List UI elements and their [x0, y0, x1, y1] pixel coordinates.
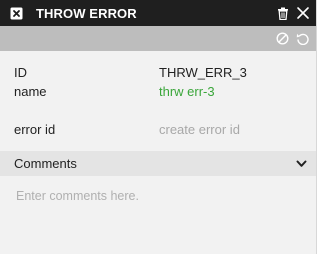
comments-header-label: Comments — [14, 156, 77, 171]
disable-icon[interactable] — [276, 32, 289, 45]
close-icon[interactable] — [296, 6, 310, 20]
id-label: ID — [14, 65, 27, 80]
panel-title: THROW ERROR — [36, 5, 137, 21]
name-label: name — [14, 84, 47, 99]
error-id-label: error id — [14, 122, 56, 137]
properties-list: ID THRW_ERR_3 name thrw err-3 error id c… — [0, 51, 316, 139]
property-row-name[interactable]: name thrw err-3 — [14, 82, 302, 101]
close-box-icon — [10, 7, 23, 20]
comments-input[interactable]: Enter comments here. — [16, 189, 139, 203]
panel-titlebar: THROW ERROR — [0, 0, 316, 26]
id-value: THRW_ERR_3 — [159, 65, 247, 80]
panel-toolbar — [0, 26, 316, 51]
chevron-down-icon[interactable] — [296, 156, 307, 171]
throw-error-panel: THROW ERROR ID THRW_ERR_3 name thrw err-… — [0, 0, 317, 254]
trash-icon[interactable] — [276, 6, 290, 20]
property-row-id: ID THRW_ERR_3 — [14, 63, 302, 82]
property-row-error-id[interactable]: error id create error id — [14, 120, 302, 139]
comments-section-header[interactable]: Comments — [0, 151, 316, 176]
revert-icon[interactable] — [296, 32, 309, 45]
name-value[interactable]: thrw err-3 — [159, 84, 302, 99]
error-id-input[interactable]: create error id — [159, 122, 302, 137]
